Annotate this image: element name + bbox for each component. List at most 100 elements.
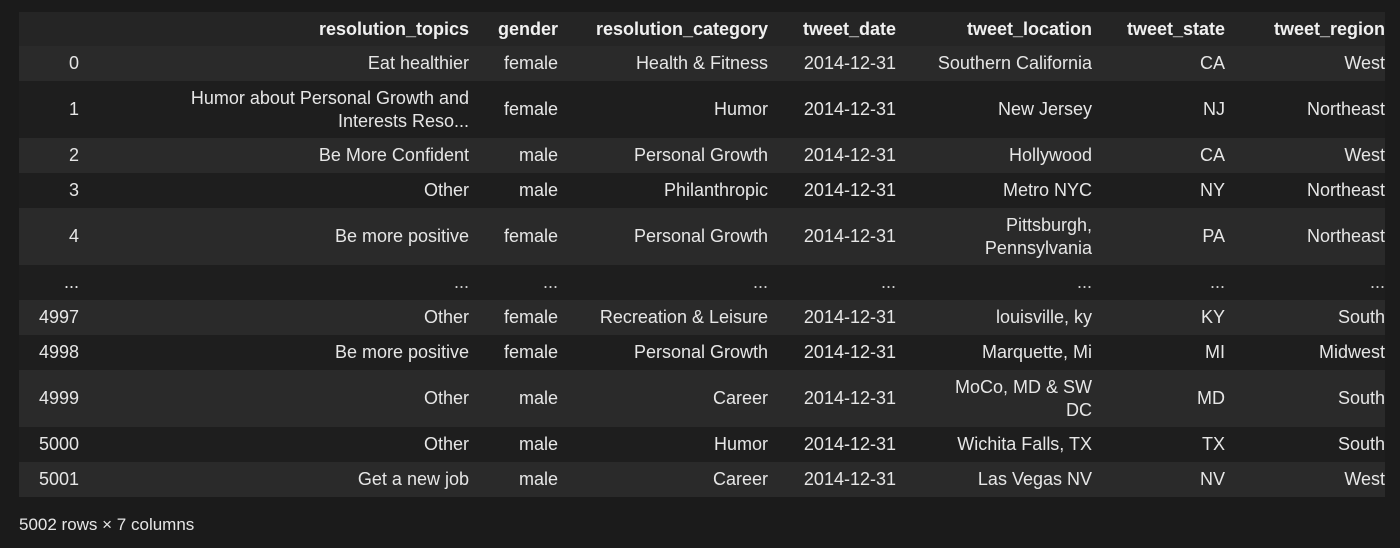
- table-cell: 2014-12-31: [803, 99, 896, 119]
- table-cell: Eat healthier: [367, 53, 469, 73]
- row-index: 5001: [38, 469, 79, 489]
- table-cell: 2014-12-31: [803, 145, 896, 165]
- table-cell: KY: [1200, 307, 1225, 327]
- table-cell: Metro NYC: [1002, 180, 1092, 200]
- table-cell: Wichita Falls, TX: [957, 434, 1092, 454]
- table-cell: Northeast: [1306, 180, 1385, 200]
- column-header: tweet_state: [1126, 18, 1225, 39]
- table-cell: 2014-12-31: [803, 180, 896, 200]
- table-cell: Pittsburgh, Pennsylvania: [896, 208, 1092, 265]
- table-row: 4998 Be more positive female Personal Gr…: [19, 335, 1385, 370]
- table-cell: Marquette, Mi: [981, 342, 1092, 362]
- table-cell: Other: [423, 307, 469, 327]
- table-cell: 2014-12-31: [803, 53, 896, 73]
- table-cell: Be more positive: [334, 226, 469, 246]
- column-header: resolution_category: [595, 18, 768, 39]
- table-cell: MD: [1197, 388, 1225, 408]
- table-cell: male: [518, 434, 558, 454]
- table-cell: New Jersey: [997, 99, 1092, 119]
- table-cell: South: [1337, 388, 1385, 408]
- table-cell: Health & Fitness: [635, 53, 768, 73]
- table-cell: Other: [423, 180, 469, 200]
- column-header: gender: [497, 18, 558, 39]
- table-cell: Be More Confident: [318, 145, 469, 165]
- table-cell: 2014-12-31: [803, 388, 896, 408]
- cell-text: Pittsburgh, Pennsylvania: [984, 214, 1092, 258]
- table-cell: female: [503, 342, 558, 362]
- row-index: 0: [68, 53, 79, 73]
- table-cell: Recreation & Leisure: [599, 307, 768, 327]
- table-cell: female: [503, 307, 558, 327]
- row-index: 3: [68, 180, 79, 200]
- table-cell: Midwest: [1318, 342, 1385, 362]
- index-header: [19, 12, 79, 46]
- table-row: 4997 Other female Recreation & Leisure 2…: [19, 300, 1385, 335]
- column-header: tweet_date: [802, 18, 896, 39]
- table-cell: Personal Growth: [633, 342, 768, 362]
- row-index: ...: [63, 272, 79, 292]
- table-cell: Northeast: [1306, 99, 1385, 119]
- table-row: 4999 Other male Career 2014-12-31 MoCo, …: [19, 370, 1385, 427]
- table-cell: 2014-12-31: [803, 342, 896, 362]
- table-cell: male: [518, 388, 558, 408]
- table-cell: female: [503, 226, 558, 246]
- table-cell: Other: [423, 388, 469, 408]
- cell-text: MoCo, MD & SW DC: [954, 376, 1092, 420]
- row-index: 5000: [38, 434, 79, 454]
- table-cell: louisville, ky: [995, 307, 1092, 327]
- table-cell: Philanthropic: [663, 180, 768, 200]
- row-index: 4: [68, 226, 79, 246]
- table-cell: TX: [1201, 434, 1225, 454]
- table-cell: Career: [712, 388, 768, 408]
- table-cell: 2014-12-31: [803, 226, 896, 246]
- table-row: 4 Be more positive female Personal Growt…: [19, 208, 1385, 265]
- table-cell: 2014-12-31: [803, 434, 896, 454]
- table-cell: NY: [1199, 180, 1225, 200]
- dataframe-output: resolution_topics gender resolution_cate…: [19, 12, 1385, 497]
- table-cell: Northeast: [1306, 226, 1385, 246]
- column-header: resolution_topics: [318, 18, 469, 39]
- table-cell: Hollywood: [1008, 145, 1092, 165]
- dataframe-table: resolution_topics gender resolution_cate…: [19, 12, 1385, 497]
- row-index: 4998: [38, 342, 79, 362]
- table-row: 5001 Get a new job male Career 2014-12-3…: [19, 462, 1385, 497]
- table-row: 1 Humor about Personal Growth and Intere…: [19, 81, 1385, 138]
- row-index: 1: [68, 99, 79, 119]
- table-cell: Las Vegas NV: [977, 469, 1092, 489]
- table-cell: West: [1344, 145, 1385, 165]
- table-cell: ...: [1076, 272, 1092, 292]
- table-cell: male: [518, 469, 558, 489]
- table-cell: South: [1337, 307, 1385, 327]
- table-cell: NV: [1199, 469, 1225, 489]
- table-cell: ...: [542, 272, 558, 292]
- table-cell: Humor: [713, 434, 768, 454]
- table-cell: West: [1344, 53, 1385, 73]
- table-cell: Get a new job: [357, 469, 469, 489]
- table-cell: female: [503, 53, 558, 73]
- row-index: 4999: [38, 388, 79, 408]
- table-row: 2 Be More Confident male Personal Growth…: [19, 138, 1385, 173]
- table-cell: Southern California: [937, 53, 1092, 73]
- table-row: 0 Eat healthier female Health & Fitness …: [19, 46, 1385, 81]
- table-cell: CA: [1199, 145, 1225, 165]
- table-cell: NJ: [1203, 99, 1225, 119]
- table-row: 5000 Other male Humor 2014-12-31 Wichita…: [19, 427, 1385, 462]
- table-cell: PA: [1202, 226, 1225, 246]
- table-cell: Personal Growth: [633, 226, 768, 246]
- table-cell: 2014-12-31: [803, 469, 896, 489]
- cell-text: Humor about Personal Growth and Interest…: [190, 87, 469, 131]
- table-cell: Humor about Personal Growth and Interest…: [79, 81, 469, 138]
- table-cell: male: [518, 180, 558, 200]
- dataframe-shape: 5002 rows × 7 columns: [19, 515, 195, 534]
- table-cell: South: [1337, 434, 1385, 454]
- table-cell: ...: [752, 272, 768, 292]
- header-row: resolution_topics gender resolution_cate…: [19, 12, 1385, 46]
- table-cell: Humor: [713, 99, 768, 119]
- table-cell: Personal Growth: [633, 145, 768, 165]
- ellipsis-row: ... ... ... ... ... ... ... ...: [19, 265, 1385, 300]
- table-cell: ...: [1369, 272, 1385, 292]
- table-cell: ...: [1209, 272, 1225, 292]
- table-cell: CA: [1199, 53, 1225, 73]
- column-header: tweet_region: [1273, 18, 1385, 39]
- table-cell: West: [1344, 469, 1385, 489]
